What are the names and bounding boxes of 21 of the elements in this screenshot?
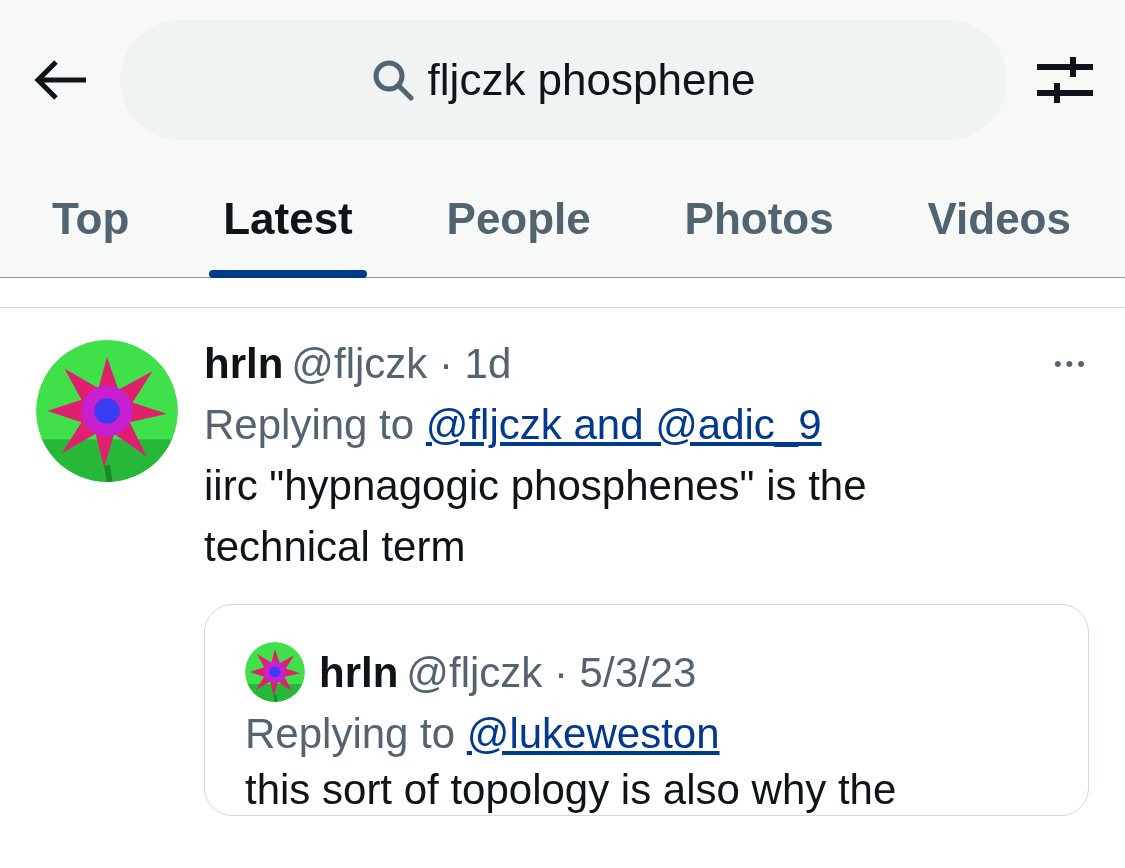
more-options-icon[interactable]: ••• [1053,347,1089,380]
mention-link[interactable]: @lukeweston [466,709,720,757]
author-name: hrln [204,339,284,389]
tab[interactable]: Latest [209,159,367,278]
author-handle: @fljczk · 5/3/23 [406,647,697,698]
search-icon [371,59,414,101]
back-arrow-icon[interactable] [32,58,88,102]
tab[interactable]: Photos [670,159,848,278]
author-handle: @fljczk · 1d [291,339,512,389]
quoted-tweet-text: this sort of topology is also why the [245,764,898,815]
replying-to-text: Replying to @fljczk and @adic_9 [204,400,823,450]
filter-icon[interactable] [1037,55,1093,105]
replying-to-text: Replying to @lukeweston [245,708,721,759]
tab[interactable]: People [432,159,605,278]
quoted-tweet-card[interactable]: hrln @fljczk · 5/3/23 Replying to @lukeweston this sort of topology is also why the [204,603,1089,816]
author-name: hrln [319,647,399,698]
tab[interactable]: Videos [913,159,1085,278]
tweet-text: iirc "hypnagogic phosphenes" is the technical term [204,460,868,572]
tab[interactable]: Top [38,159,144,278]
search-field[interactable]: fljczk phosphene [120,20,1007,140]
mention-link[interactable]: @fljczk and @adic_9 [425,401,822,448]
